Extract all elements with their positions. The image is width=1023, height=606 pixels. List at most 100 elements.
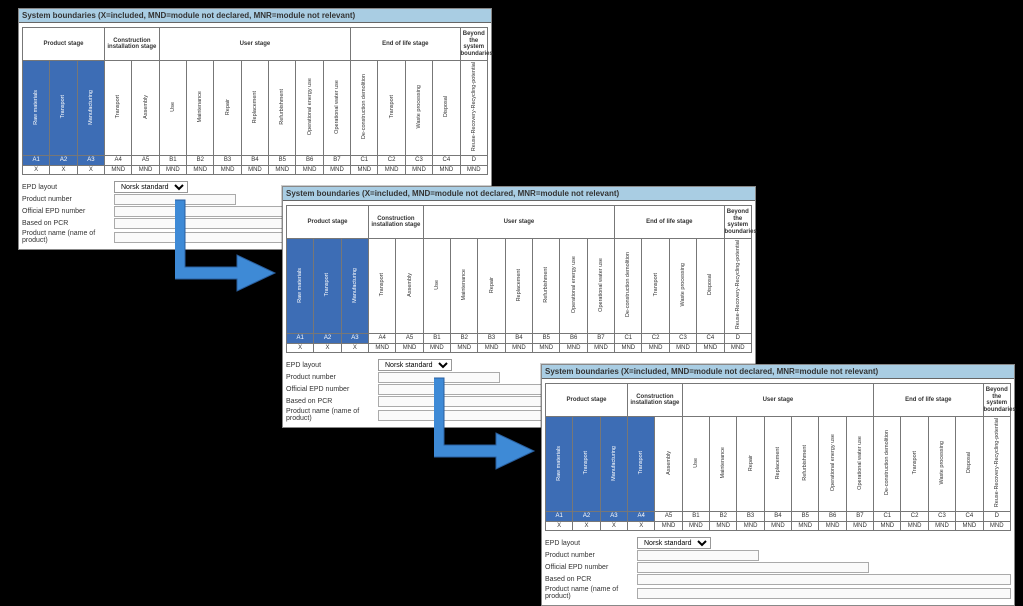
module-status-cell: MND: [423, 343, 450, 353]
module-name-cell: Transport: [378, 61, 405, 156]
based-on-pcr-label: Based on PCR: [22, 220, 114, 227]
module-status-cell: MND: [655, 521, 682, 531]
module-status-cell: MND: [710, 521, 737, 531]
stage-group-cell: Beyond the system boundaries: [983, 384, 1011, 417]
module-code-cell: B7: [587, 334, 614, 344]
module-name-cell: Repair: [478, 239, 505, 334]
module-code-cell: B2: [187, 156, 214, 166]
module-name-cell: Maintenance: [710, 417, 737, 512]
module-status-cell: MND: [669, 343, 696, 353]
module-status-cell: X: [573, 521, 600, 531]
module-code-cell: B4: [241, 156, 268, 166]
module-code-cell: B5: [269, 156, 296, 166]
official-epd-input[interactable]: [637, 562, 869, 573]
module-name-row: Raw materialsTransportManufacturingTrans…: [287, 239, 752, 334]
module-code-cell: C1: [351, 156, 378, 166]
module-code-row: A1A2A3A4A5B1B2B3B4B5B6B7C1C2C3C4D: [287, 334, 752, 344]
module-status-row: XXXXMNDMNDMNDMNDMNDMNDMNDMNDMNDMNDMNDMND…: [546, 521, 1011, 531]
module-name-cell: Use: [423, 239, 450, 334]
module-name-cell: Operational water use: [587, 239, 614, 334]
module-code-cell: B2: [710, 512, 737, 522]
module-name-cell: Waste processing: [928, 417, 955, 512]
module-name-cell: Transport: [628, 417, 655, 512]
module-status-cell: MND: [351, 165, 378, 175]
module-status-cell: MND: [587, 343, 614, 353]
module-name-cell: Maintenance: [451, 239, 478, 334]
module-status-cell: MND: [241, 165, 268, 175]
module-status-cell: MND: [956, 521, 983, 531]
boundaries-table: Product stageConstruction installation s…: [22, 27, 488, 175]
module-status-cell: MND: [901, 521, 928, 531]
module-name-cell: Raw materials: [23, 61, 50, 156]
module-status-cell: X: [77, 165, 104, 175]
module-code-cell: B3: [214, 156, 241, 166]
module-name-cell: Manufacturing: [77, 61, 104, 156]
module-status-row: XXXMNDMNDMNDMNDMNDMNDMNDMNDMNDMNDMNDMNDM…: [287, 343, 752, 353]
module-code-cell: C3: [405, 156, 432, 166]
module-code-cell: B3: [737, 512, 764, 522]
module-status-cell: X: [341, 343, 368, 353]
based-on-pcr-input[interactable]: [637, 574, 1011, 585]
product-name-row: Product name (name of product): [545, 586, 1011, 600]
epd-layout-label: EPD layout: [22, 184, 114, 191]
module-code-cell: B7: [323, 156, 350, 166]
stage-group-cell: End of life stage: [874, 384, 983, 417]
stage-group-cell: User stage: [682, 384, 873, 417]
stage-group-cell: Construction installation stage: [369, 206, 424, 239]
official-epd-label: Official EPD number: [545, 564, 637, 571]
module-code-cell: B4: [505, 334, 532, 344]
stage-group-cell: Product stage: [287, 206, 369, 239]
module-code-cell: C1: [874, 512, 901, 522]
module-name-cell: Transport: [573, 417, 600, 512]
stage-group-cell: Product stage: [23, 28, 105, 61]
stage-group-cell: End of life stage: [615, 206, 724, 239]
module-code-cell: B7: [846, 512, 873, 522]
module-status-cell: MND: [642, 343, 669, 353]
module-name-row: Raw materialsTransportManufacturingTrans…: [23, 61, 488, 156]
product-name-label: Product name (name of product): [286, 408, 378, 422]
module-status-cell: MND: [269, 165, 296, 175]
panel-title: System boundaries (X=included, MND=modul…: [19, 9, 491, 23]
stage-group-cell: User stage: [159, 28, 350, 61]
product-name-label: Product name (name of product): [545, 586, 637, 600]
module-name-cell: Reuse-Recovery-Recycling-potential: [460, 61, 488, 156]
flow-arrow-2: [434, 373, 544, 483]
epd-layout-select[interactable]: Norsk standard: [637, 537, 711, 549]
module-code-cell: A5: [396, 334, 423, 344]
module-status-cell: MND: [132, 165, 159, 175]
module-status-cell: MND: [505, 343, 532, 353]
product-number-label: Product number: [545, 552, 637, 559]
epd-layout-select[interactable]: Norsk standard: [114, 181, 188, 193]
module-code-cell: C2: [901, 512, 928, 522]
module-status-cell: MND: [615, 343, 642, 353]
module-status-cell: X: [50, 165, 77, 175]
product-number-input[interactable]: [637, 550, 759, 561]
module-name-cell: Waste processing: [405, 61, 432, 156]
module-code-cell: B1: [423, 334, 450, 344]
epd-layout-select[interactable]: Norsk standard: [378, 359, 452, 371]
module-name-cell: Waste processing: [669, 239, 696, 334]
module-code-cell: B2: [451, 334, 478, 344]
stage-group-row: Product stageConstruction installation s…: [546, 384, 1011, 417]
module-name-cell: Replacement: [764, 417, 791, 512]
module-name-cell: Operational water use: [323, 61, 350, 156]
module-code-cell: B5: [792, 512, 819, 522]
module-status-cell: MND: [819, 521, 846, 531]
official-epd-row: Official EPD number: [545, 562, 1011, 573]
module-status-cell: MND: [187, 165, 214, 175]
module-status-cell: MND: [682, 521, 709, 531]
boundaries-panel-3: System boundaries (X=included, MND=modul…: [541, 364, 1015, 606]
module-status-cell: MND: [433, 165, 460, 175]
official-epd-label: Official EPD number: [286, 386, 378, 393]
product-number-label: Product number: [22, 196, 114, 203]
product-number-row: Product number: [545, 550, 1011, 561]
module-status-cell: MND: [105, 165, 132, 175]
module-name-cell: Replacement: [241, 61, 268, 156]
product-name-input[interactable]: [637, 588, 1011, 599]
module-status-cell: MND: [378, 165, 405, 175]
module-code-cell: D: [724, 334, 752, 344]
module-status-cell: X: [546, 521, 573, 531]
module-code-row: A1A2A3A4A5B1B2B3B4B5B6B7C1C2C3C4D: [23, 156, 488, 166]
module-code-cell: C4: [433, 156, 460, 166]
module-name-cell: Assembly: [396, 239, 423, 334]
